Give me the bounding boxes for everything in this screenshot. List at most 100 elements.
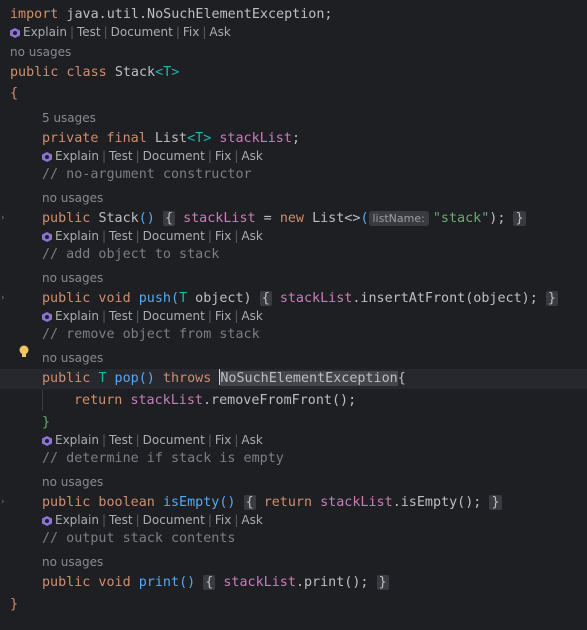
code-comment[interactable]: // add object to stack — [0, 245, 587, 265]
fold-brace[interactable]: { — [203, 575, 216, 590]
type-param: T — [98, 371, 107, 386]
usages-hint[interactable]: no usages — [0, 269, 587, 287]
ai-ask-link[interactable]: Ask — [241, 431, 262, 449]
ai-fix-link[interactable]: Fix — [215, 227, 231, 245]
type-param: T — [179, 291, 188, 306]
code-line-close-brace[interactable]: } — [0, 413, 587, 433]
ai-fix-link[interactable]: Fix — [215, 307, 231, 325]
code-editor[interactable]: import java.util.NoSuchElementException;… — [0, 0, 587, 630]
method-call: .print(); — [295, 575, 369, 590]
fold-brace[interactable]: } — [376, 575, 389, 590]
fold-brace[interactable]: } — [545, 291, 558, 306]
fold-brace[interactable]: { — [243, 495, 256, 510]
ai-assistant-icon — [42, 436, 52, 446]
import-path: java.util.NoSuchElementException; — [58, 7, 333, 22]
usages-hint[interactable]: no usages — [0, 43, 587, 61]
code-comment[interactable]: // remove object from stack — [0, 325, 587, 345]
code-comment[interactable]: // no-argument constructor — [0, 165, 587, 185]
keyword: public void — [42, 291, 139, 306]
field-name: stackList — [223, 575, 296, 590]
ai-test-link[interactable]: Test — [109, 307, 133, 325]
class-name: Stack — [114, 65, 156, 80]
field-name: stackList — [183, 211, 256, 226]
fold-brace[interactable]: { — [162, 211, 175, 226]
ai-fix-link[interactable]: Fix — [183, 23, 199, 41]
ai-fix-link[interactable]: Fix — [215, 431, 231, 449]
method-name: push — [138, 291, 171, 306]
paren: () — [138, 371, 155, 386]
code-line-open-brace[interactable]: { — [0, 84, 587, 104]
ai-ask-link[interactable]: Ask — [241, 307, 262, 325]
ai-test-link[interactable]: Test — [109, 147, 133, 165]
usages-hint[interactable]: no usages — [0, 553, 587, 571]
ai-ask-link[interactable]: Ask — [209, 23, 230, 41]
ai-document-link[interactable]: Document — [143, 307, 205, 325]
method-call: .isEmpty(); — [392, 495, 482, 510]
code-line-pop[interactable]: public T pop() throws NoSuchElementExcep… — [0, 369, 587, 389]
method-name: isEmpty — [162, 495, 220, 510]
code-line-constructor[interactable]: public Stack() { stackList = new List<>(… — [0, 209, 587, 229]
ai-ask-link[interactable]: Ask — [241, 511, 262, 529]
ai-test-link[interactable]: Test — [77, 23, 101, 41]
ai-hint-row: Explain | Test | Document | Fix | Ask — [0, 227, 587, 245]
brace: } — [10, 597, 19, 612]
ai-hint-row: Explain | Test | Document | Fix | Ask — [0, 307, 587, 325]
ai-explain-link[interactable]: Explain — [55, 147, 99, 165]
ai-test-link[interactable]: Test — [109, 227, 133, 245]
code-line-class-close[interactable]: } — [0, 595, 587, 615]
fold-brace[interactable]: } — [489, 495, 502, 510]
code-line-import[interactable]: import java.util.NoSuchElementException; — [0, 5, 587, 25]
code-comment[interactable]: // determine if stack is empty — [0, 449, 587, 469]
parameter: object) — [187, 291, 252, 306]
usages-hint[interactable]: no usages — [0, 349, 587, 367]
ai-assistant-icon — [10, 28, 20, 38]
code-line-field[interactable]: private final List<T> stackList; — [0, 129, 587, 149]
ai-document-link[interactable]: Document — [143, 511, 205, 529]
keyword: public void — [42, 575, 139, 590]
keyword: public — [42, 211, 99, 226]
ai-explain-link[interactable]: Explain — [55, 227, 99, 245]
keyword: return — [74, 393, 131, 408]
ai-hint-row: Explain | Test | Document | Fix | Ask — [0, 147, 587, 165]
ai-test-link[interactable]: Test — [109, 511, 133, 529]
ai-assistant-icon — [42, 516, 52, 526]
paren: () — [219, 495, 236, 510]
usages-hint[interactable]: no usages — [0, 189, 587, 207]
paren: () — [138, 211, 155, 226]
usages-hint[interactable]: 5 usages — [0, 109, 587, 127]
ai-explain-link[interactable]: Explain — [55, 431, 99, 449]
paren: ( — [171, 291, 180, 306]
code-line-class[interactable]: public class Stack<T> — [0, 63, 587, 83]
semicolon: ; — [291, 131, 300, 146]
ai-document-link[interactable]: Document — [143, 147, 205, 165]
method-name: print — [138, 575, 180, 590]
ai-document-link[interactable]: Document — [111, 23, 173, 41]
method-call: .removeFromFront(); — [203, 393, 357, 408]
type-param: <T> — [187, 131, 212, 146]
code-line-isempty[interactable]: public boolean isEmpty() { return stackL… — [0, 493, 587, 513]
code-line-push[interactable]: public void push(T object) { stackList.i… — [0, 289, 587, 309]
ai-explain-link[interactable]: Explain — [55, 307, 99, 325]
code-line-return[interactable]: return stackList.removeFromFront(); — [0, 391, 587, 411]
ai-ask-link[interactable]: Ask — [241, 147, 262, 165]
field-name: stackList — [219, 131, 292, 146]
ai-explain-link[interactable]: Explain — [55, 511, 99, 529]
type-name: List — [154, 131, 188, 146]
ai-fix-link[interactable]: Fix — [215, 147, 231, 165]
field-name: stackList — [320, 495, 393, 510]
type-param: <T> — [155, 65, 180, 80]
brace: { — [10, 86, 19, 101]
ai-test-link[interactable]: Test — [109, 431, 133, 449]
fold-brace[interactable]: { — [259, 291, 272, 306]
ai-document-link[interactable]: Document — [143, 431, 205, 449]
fold-brace[interactable]: } — [513, 211, 526, 226]
ai-ask-link[interactable]: Ask — [241, 227, 262, 245]
parameter-hint: listName: — [368, 211, 429, 226]
code-comment[interactable]: // output stack contents — [0, 529, 587, 549]
ai-document-link[interactable]: Document — [143, 227, 205, 245]
usages-hint[interactable]: no usages — [0, 473, 587, 491]
ai-fix-link[interactable]: Fix — [215, 511, 231, 529]
ai-explain-link[interactable]: Explain — [23, 23, 67, 41]
code-line-print[interactable]: public void print() { stackList.print();… — [0, 573, 587, 593]
keyword: import — [10, 7, 59, 22]
